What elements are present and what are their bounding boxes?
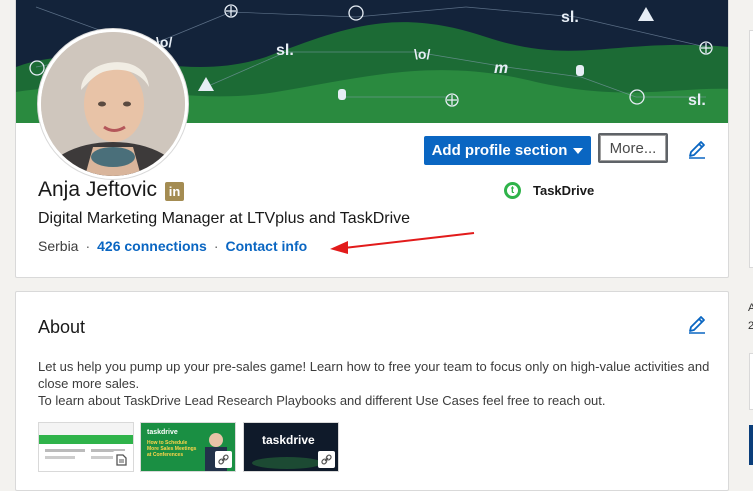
about-card: About Let us help you pump up your pre-s… <box>15 291 729 491</box>
annotation-arrow <box>330 232 475 254</box>
media-item-link[interactable]: taskdrive How to Schedule More Sales Mee… <box>140 422 236 472</box>
profile-headline: Digital Marketing Manager at LTVplus and… <box>38 210 411 227</box>
connections-link[interactable]: 426 connections <box>97 238 207 254</box>
about-paragraph: Let us help you pump up your pre-sales g… <box>38 359 710 391</box>
document-icon <box>113 451 130 468</box>
svg-text:sl.: sl. <box>561 9 579 26</box>
taskdrive-logo-letter: t <box>507 185 518 196</box>
edit-about-pencil-icon[interactable] <box>686 314 708 336</box>
link-icon <box>318 451 335 468</box>
company-name: TaskDrive <box>533 183 595 198</box>
right-rail-card <box>749 353 753 410</box>
avatar-photo <box>41 32 185 176</box>
add-profile-section-button[interactable]: Add profile section <box>424 136 591 165</box>
location-line: Serbia · 426 connections · Contact info <box>38 238 307 254</box>
more-button[interactable]: More... <box>598 133 668 163</box>
media-brand-text: taskdrive <box>147 429 178 436</box>
edit-intro-pencil-icon[interactable] <box>686 139 708 161</box>
contact-info-link[interactable]: Contact info <box>226 238 308 254</box>
svg-text:m: m <box>494 60 508 77</box>
media-caption: How to Schedule More Sales Meetings at C… <box>147 440 197 458</box>
profile-location: Serbia <box>38 238 79 254</box>
svg-text:sl.: sl. <box>276 42 294 59</box>
right-rail-text: 2 <box>748 320 753 332</box>
right-rail-card <box>749 30 753 268</box>
taskdrive-logo-icon: t <box>504 182 521 199</box>
about-summary: Let us help you pump up your pre-sales g… <box>38 358 718 409</box>
about-paragraph: To learn about TaskDrive Lead Research P… <box>38 393 606 408</box>
media-item-link[interactable]: taskdrive <box>243 422 339 472</box>
right-rail-text: A <box>748 302 753 314</box>
about-heading: About <box>38 317 86 337</box>
profile-card: sl. sl. sl. \o/ \o/ m Add profile sectio… <box>15 0 729 278</box>
svg-text:\o/: \o/ <box>414 46 430 62</box>
media-item-document[interactable] <box>38 422 134 472</box>
linkedin-badge-icon: in <box>165 182 184 201</box>
separator-dot: · <box>213 238 219 254</box>
avatar[interactable] <box>38 29 188 179</box>
media-brand-text: taskdrive <box>262 433 315 447</box>
link-icon <box>215 451 232 468</box>
svg-text:sl.: sl. <box>688 92 706 109</box>
caret-down-icon <box>573 147 584 154</box>
profile-name: Anja Jeftovic <box>38 178 158 201</box>
separator-dot: · <box>85 238 91 254</box>
add-profile-section-label: Add profile section <box>431 142 568 159</box>
current-company[interactable]: t TaskDrive <box>504 182 594 199</box>
right-rail-promo[interactable] <box>749 425 753 465</box>
